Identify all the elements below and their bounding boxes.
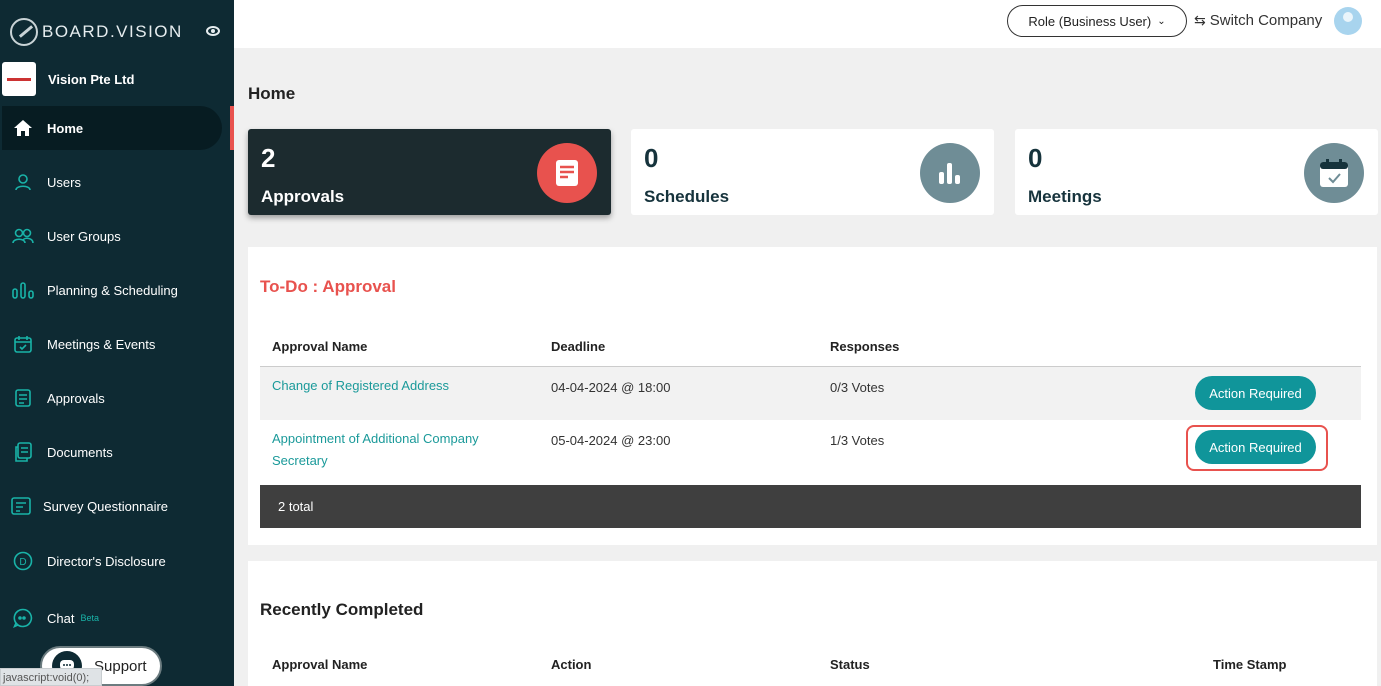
completed-table-header: Approval Name Action Status Time Stamp	[260, 643, 1361, 683]
brand-logo-icon	[10, 18, 38, 46]
svg-text:D: D	[19, 557, 26, 568]
sidebar-item-label: User Groups	[47, 228, 121, 244]
sidebar-item-home[interactable]: Home	[2, 106, 222, 150]
table-row: Appointment of Additional Company Secret…	[260, 420, 1361, 485]
card-count: 2	[261, 143, 276, 173]
sidebar-item-label: Survey Questionnaire	[43, 498, 169, 514]
page-title: Home	[248, 84, 296, 103]
column-header: Time Stamp	[1213, 657, 1287, 672]
sidebar-item-label: Chat	[47, 610, 75, 626]
todo-table-header: Approval Name Deadline Responses	[260, 327, 1361, 367]
sidebar-item-label: Home	[47, 120, 84, 136]
company-name: Vision Pte Ltd	[48, 71, 135, 87]
action-required-button[interactable]: Action Required	[1195, 430, 1316, 464]
responses-cell: 1/3 Votes	[830, 433, 885, 448]
planning-icon	[12, 279, 34, 301]
meetings-card[interactable]: 0 Meetings	[1015, 129, 1378, 215]
avatar[interactable]	[1334, 7, 1362, 35]
brand-name: BOARD.VISION	[42, 22, 183, 41]
schedules-card[interactable]: 0 Schedules	[631, 129, 994, 215]
action-required-button[interactable]: Action Required	[1195, 376, 1316, 410]
sidebar-item-label: Director's Disclosure	[47, 553, 166, 569]
column-header: Approval Name	[272, 657, 368, 672]
responses-cell: 0/3 Votes	[830, 380, 885, 395]
status-bar-url: javascript:void(0);	[0, 668, 102, 686]
deadline-cell: 04-04-2024 @ 18:00	[551, 380, 671, 395]
sidebar-item-label: Planning & Scheduling	[47, 282, 178, 298]
company-switcher[interactable]: Vision Pte Ltd	[2, 62, 134, 96]
sidebar-item-label: Meetings & Events	[47, 336, 156, 352]
table-total-bar: 2 total	[260, 485, 1361, 528]
sidebar-item-chat[interactable]: Chat Beta	[2, 596, 222, 640]
sidebar-item-planning[interactable]: Planning & Scheduling	[2, 268, 222, 312]
calendar-check-icon	[1304, 143, 1364, 203]
role-dropdown[interactable]: Role (Business User) ⌄	[1007, 5, 1187, 37]
role-label: Role (Business User)	[1028, 13, 1152, 29]
card-count: 0	[1028, 143, 1043, 173]
sidebar-item-label: Users	[47, 174, 81, 190]
disclosure-icon: D	[12, 550, 34, 572]
chat-icon	[12, 607, 34, 629]
active-indicator	[230, 106, 234, 150]
sidebar-item-documents[interactable]: Documents	[2, 430, 222, 474]
sidebar-item-survey[interactable]: Survey Questionnaire	[2, 484, 222, 528]
column-header: Deadline	[551, 339, 606, 354]
approval-name-link[interactable]: Appointment of Additional Company Secret…	[272, 428, 522, 472]
beta-badge: Beta	[80, 613, 99, 623]
approvals-icon	[12, 387, 34, 409]
completed-title: Recently Completed	[260, 600, 424, 619]
todo-approval-panel: To-Do : Approval Approval Name Deadline …	[248, 247, 1377, 545]
card-label: Meetings	[1028, 187, 1102, 206]
bar-chart-icon	[920, 143, 980, 203]
switch-company-label: Switch Company	[1209, 12, 1323, 29]
survey-icon	[10, 495, 32, 517]
column-header: Status	[830, 657, 870, 672]
card-label: Approvals	[261, 187, 345, 206]
user-icon	[12, 171, 34, 193]
approval-name-link[interactable]: Change of Registered Address	[272, 375, 522, 397]
recently-completed-panel: Recently Completed Approval Name Action …	[248, 561, 1377, 686]
card-count: 0	[644, 143, 659, 173]
user-groups-icon	[12, 225, 34, 247]
chevron-down-icon: ⌄	[1157, 15, 1166, 27]
column-header: Responses	[830, 339, 900, 354]
calendar-icon	[12, 333, 34, 355]
document-icon	[537, 143, 597, 203]
documents-icon	[12, 441, 34, 463]
sidebar-item-users[interactable]: Users	[2, 160, 222, 204]
todo-title: To-Do : Approval	[260, 277, 396, 296]
top-bar: Role (Business User) ⌄ ⇆ Switch Company	[234, 0, 1381, 48]
eye-icon[interactable]	[206, 26, 220, 36]
column-header: Action	[551, 657, 592, 672]
sidebar-item-user-groups[interactable]: User Groups	[2, 214, 222, 258]
sidebar-item-label: Documents	[47, 444, 113, 460]
approvals-card[interactable]: 2 Approvals	[248, 129, 611, 215]
column-header: Approval Name	[272, 339, 368, 354]
card-label: Schedules	[644, 187, 730, 206]
table-row: Change of Registered Address 04-04-2024 …	[260, 367, 1361, 420]
home-icon	[12, 117, 34, 139]
deadline-cell: 05-04-2024 @ 23:00	[551, 433, 671, 448]
sidebar-item-disclosure[interactable]: D Director's Disclosure	[2, 539, 222, 583]
switch-arrows-icon: ⇆	[1194, 12, 1206, 28]
sidebar-item-approvals[interactable]: Approvals	[2, 376, 222, 420]
brand[interactable]: BOARD.VISION	[10, 16, 183, 48]
sidebar-item-label: Approvals	[47, 390, 105, 406]
sidebar-item-meetings[interactable]: Meetings & Events	[2, 322, 222, 366]
switch-company-button[interactable]: ⇆ Switch Company	[1194, 12, 1322, 29]
sidebar: BOARD.VISION Vision Pte Ltd Home Users U…	[0, 0, 234, 686]
company-logo	[2, 62, 36, 96]
